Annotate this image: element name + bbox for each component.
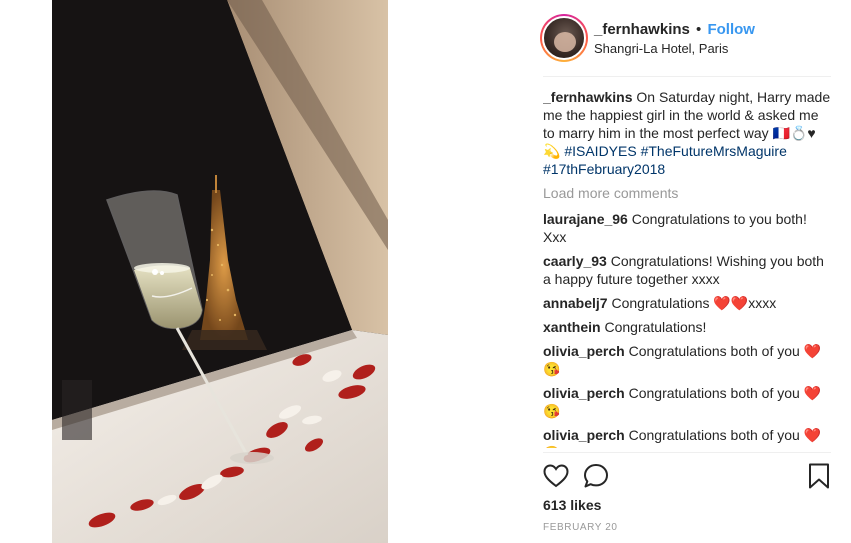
comment-item: laurajane_96 Congratulations to you both… bbox=[543, 210, 833, 246]
avatar-image bbox=[542, 16, 586, 60]
comment-item: xanthein Congratulations! bbox=[543, 318, 833, 336]
comment-username[interactable]: olivia_perch bbox=[543, 343, 625, 359]
load-more-comments-link[interactable]: Load more comments bbox=[543, 184, 833, 202]
comment-username[interactable]: annabelj7 bbox=[543, 295, 608, 311]
post-photo[interactable] bbox=[52, 0, 388, 543]
comment-item: olivia_perch Congratulations both of you… bbox=[543, 384, 833, 420]
post-details-panel: _fernhawkins • Follow Shangri-La Hotel, … bbox=[540, 0, 833, 543]
comment-username[interactable]: xanthein bbox=[543, 319, 601, 335]
header-divider bbox=[543, 76, 831, 77]
user-line: _fernhawkins • Follow bbox=[594, 21, 755, 38]
comment-username[interactable]: caarly_93 bbox=[543, 253, 607, 269]
post-actions bbox=[543, 460, 831, 492]
comment-item: olivia_perch Congratulations both of you… bbox=[543, 342, 833, 378]
comment-item: olivia_perch Congratulations both of you… bbox=[543, 426, 833, 448]
photo-champagne-eiffel bbox=[52, 0, 388, 543]
heart-outline-icon[interactable] bbox=[542, 462, 570, 490]
comment-username[interactable]: olivia_perch bbox=[543, 427, 625, 443]
comment-text: Congratulations ❤️❤️xxxx bbox=[611, 295, 777, 311]
hashtag[interactable]: #TheFutureMrsMaguire bbox=[641, 143, 787, 159]
post-location[interactable]: Shangri-La Hotel, Paris bbox=[594, 41, 728, 56]
bookmark-icon[interactable] bbox=[805, 462, 833, 490]
caption-username[interactable]: _fernhawkins bbox=[543, 89, 632, 105]
post-caption: _fernhawkins On Saturday night, Harry ma… bbox=[543, 88, 833, 178]
comment-item: caarly_93 Congratulations! Wishing you b… bbox=[543, 252, 833, 288]
comment-username[interactable]: laurajane_96 bbox=[543, 211, 628, 227]
follow-button[interactable]: Follow bbox=[707, 21, 755, 38]
comment-text: Congratulations! bbox=[604, 319, 707, 335]
comments-list: _fernhawkins On Saturday night, Harry ma… bbox=[543, 88, 833, 448]
comment-username[interactable]: olivia_perch bbox=[543, 385, 625, 401]
likes-count[interactable]: 613 likes bbox=[543, 497, 601, 513]
hashtag[interactable]: #ISAIDYES bbox=[564, 143, 636, 159]
hashtag[interactable]: #17thFebruary2018 bbox=[543, 161, 665, 177]
post-header: _fernhawkins • Follow Shangri-La Hotel, … bbox=[540, 14, 830, 64]
speech-bubble-icon[interactable] bbox=[582, 462, 610, 490]
post-username[interactable]: _fernhawkins bbox=[594, 21, 690, 38]
comment-item: annabelj7 Congratulations ❤️❤️xxxx bbox=[543, 294, 833, 312]
avatar[interactable] bbox=[540, 14, 588, 62]
actions-divider bbox=[543, 452, 831, 453]
post-date[interactable]: FEBRUARY 20 bbox=[543, 522, 618, 533]
separator-dot: • bbox=[696, 21, 702, 38]
